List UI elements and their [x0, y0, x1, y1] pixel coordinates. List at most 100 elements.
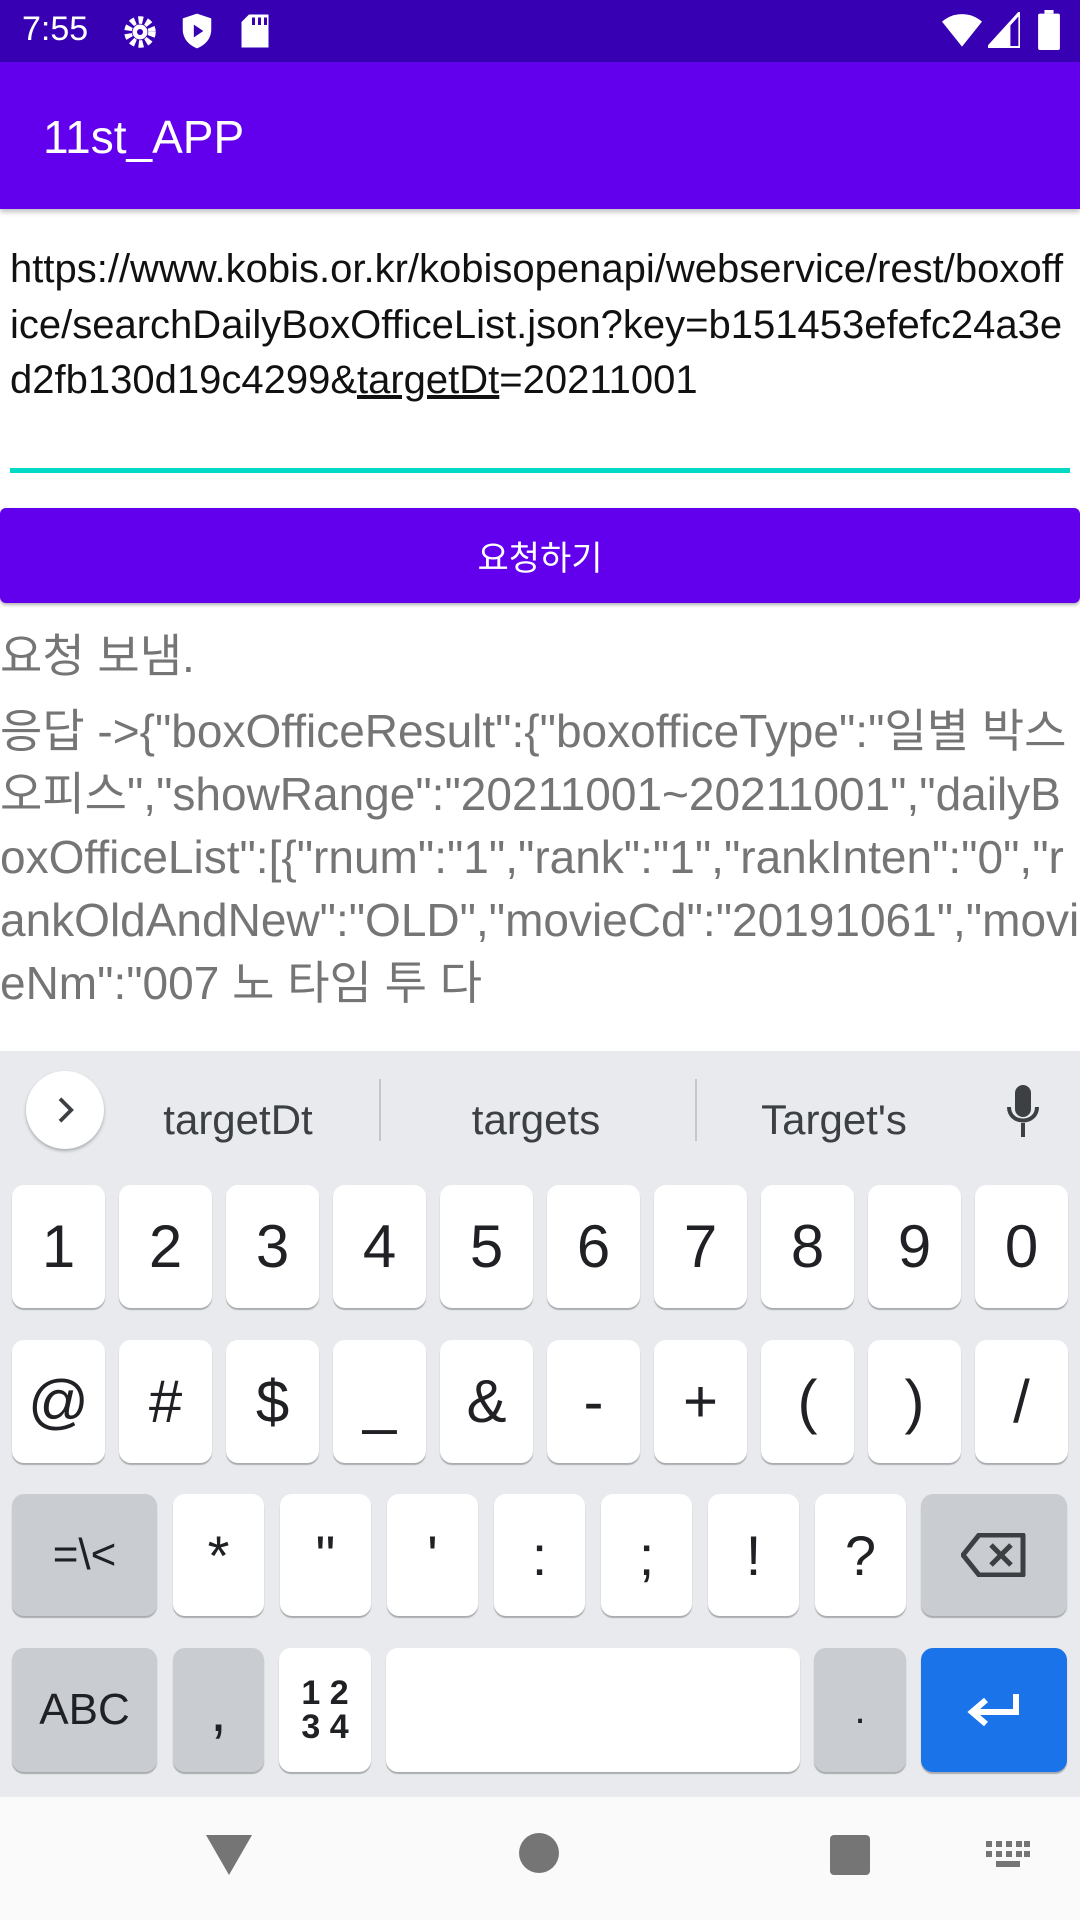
comma-key-label: , — [210, 1676, 227, 1744]
shield-play-icon — [182, 13, 212, 49]
key-label: _ — [362, 1368, 397, 1435]
key-label: 7 — [683, 1213, 718, 1280]
key-row3-3[interactable]: : — [494, 1494, 585, 1616]
keyboard-switch-icon[interactable] — [986, 1841, 1030, 1869]
key-label: @ — [28, 1368, 89, 1435]
sd-card-icon — [241, 14, 269, 48]
key-label: + — [682, 1368, 719, 1435]
comma-key[interactable]: , — [173, 1648, 264, 1772]
key-label: ' — [427, 1523, 438, 1587]
key-label: " — [315, 1523, 336, 1587]
request-button-label: 요청하기 — [477, 540, 603, 578]
microphone-icon[interactable] — [1005, 1085, 1041, 1137]
gear-icon — [124, 16, 156, 48]
back-icon[interactable] — [206, 1835, 252, 1875]
key-row2-4[interactable]: & — [440, 1340, 533, 1463]
app-title: 11st_APP — [43, 111, 245, 163]
symbols-key[interactable]: =\< — [12, 1494, 157, 1616]
key-label: 1 — [41, 1213, 76, 1280]
period-key[interactable]: . — [814, 1648, 906, 1772]
key-label: 9 — [897, 1213, 932, 1280]
home-icon[interactable] — [519, 1833, 559, 1873]
response-text: 응답 ->{"boxOfficeResult":{"boxofficeType"… — [0, 705, 1080, 1009]
backspace-icon — [961, 1533, 1026, 1577]
key-row1-3[interactable]: 4 — [333, 1185, 426, 1308]
response-output: 요청 보냄. 응답 ->{"boxOfficeResult":{"boxoffi… — [0, 625, 1080, 1051]
key-row2-7[interactable]: ( — [761, 1340, 854, 1463]
url-input-underline — [10, 468, 1070, 473]
key-row2-5[interactable]: - — [547, 1340, 640, 1463]
key-row2-9[interactable]: / — [975, 1340, 1068, 1463]
key-label: 3 — [255, 1213, 290, 1280]
key-label: 5 — [469, 1213, 504, 1280]
space-key[interactable] — [386, 1648, 800, 1772]
key-row2-1[interactable]: # — [119, 1340, 212, 1463]
key-label: 6 — [576, 1213, 611, 1280]
key-label: : — [531, 1523, 548, 1587]
sent-status: 요청 보냄. — [0, 630, 195, 682]
suggestion-divider — [379, 1079, 381, 1141]
key-label: # — [148, 1368, 183, 1435]
key-label: 0 — [1004, 1213, 1039, 1280]
key-row3-2[interactable]: ' — [387, 1494, 478, 1616]
request-button[interactable]: 요청하기 — [0, 508, 1080, 603]
navigation-bar — [0, 1797, 1080, 1920]
key-row1-4[interactable]: 5 — [440, 1185, 533, 1308]
key-row1-9[interactable]: 0 — [975, 1185, 1068, 1308]
battery-icon — [1038, 10, 1060, 50]
numpad-key-label: 1 2 3 4 — [301, 1674, 349, 1746]
key-row1-5[interactable]: 6 — [547, 1185, 640, 1308]
symbols-key-label: =\< — [52, 1530, 117, 1579]
key-row1-1[interactable]: 2 — [119, 1185, 212, 1308]
key-label: ? — [844, 1523, 877, 1587]
url-input[interactable]: https://www.kobis.or.kr/kobisopenapi/web… — [10, 242, 1070, 409]
status-bar: 7:55 — [0, 0, 1080, 62]
url-composing-word: targetDt — [357, 358, 500, 402]
key-label: ( — [797, 1368, 818, 1435]
key-row1-6[interactable]: 7 — [654, 1185, 747, 1308]
key-row2-6[interactable]: + — [654, 1340, 747, 1463]
suggestion-2[interactable]: targets — [406, 1096, 666, 1144]
url-text-end: =20211001 — [499, 358, 698, 402]
key-row3-1[interactable]: " — [280, 1494, 371, 1616]
key-label: / — [1013, 1368, 1030, 1435]
key-row1-0[interactable]: 1 — [12, 1185, 105, 1308]
suggestion-3[interactable]: Target's — [704, 1096, 964, 1144]
app-bar: 11st_APP — [0, 62, 1080, 209]
key-label: * — [207, 1523, 230, 1587]
key-row3-6[interactable]: ? — [815, 1494, 906, 1616]
keyboard: targetDt targets Target's 1 2 3 4 5 6 7 8 9 0 @ # $ _… — [0, 1051, 1080, 1797]
key-label: ! — [745, 1523, 762, 1587]
key-row2-0[interactable]: @ — [12, 1340, 105, 1463]
key-row2-8[interactable]: ) — [868, 1340, 961, 1463]
key-row3-5[interactable]: ! — [708, 1494, 799, 1616]
key-row1-7[interactable]: 8 — [761, 1185, 854, 1308]
signal-icon — [988, 12, 1020, 48]
key-label: ) — [904, 1368, 925, 1435]
period-key-label: . — [854, 1687, 866, 1732]
enter-icon — [967, 1694, 1019, 1727]
abc-key[interactable]: ABC — [12, 1648, 157, 1772]
key-label: 8 — [790, 1213, 825, 1280]
key-row1-8[interactable]: 9 — [868, 1185, 961, 1308]
key-label: & — [466, 1368, 507, 1435]
key-label: ; — [638, 1523, 655, 1587]
backspace-key[interactable] — [921, 1494, 1067, 1616]
key-row3-0[interactable]: * — [173, 1494, 264, 1616]
wifi-icon — [942, 14, 982, 47]
abc-key-label: ABC — [39, 1685, 130, 1734]
enter-key[interactable] — [921, 1648, 1067, 1772]
expand-toolbar-button[interactable] — [26, 1071, 104, 1149]
key-row2-2[interactable]: $ — [226, 1340, 319, 1463]
suggestion-1[interactable]: targetDt — [108, 1096, 368, 1144]
recents-icon[interactable] — [830, 1835, 870, 1875]
key-label: $ — [255, 1368, 290, 1435]
key-row1-2[interactable]: 3 — [226, 1185, 319, 1308]
key-row3-4[interactable]: ; — [601, 1494, 692, 1616]
status-time: 7:55 — [22, 10, 89, 48]
numpad-key[interactable]: 1 2 3 4 — [279, 1648, 371, 1772]
key-row2-3[interactable]: _ — [333, 1340, 426, 1463]
key-label: 4 — [362, 1213, 397, 1280]
chevron-right-icon — [58, 1097, 74, 1123]
key-label: - — [583, 1368, 604, 1435]
